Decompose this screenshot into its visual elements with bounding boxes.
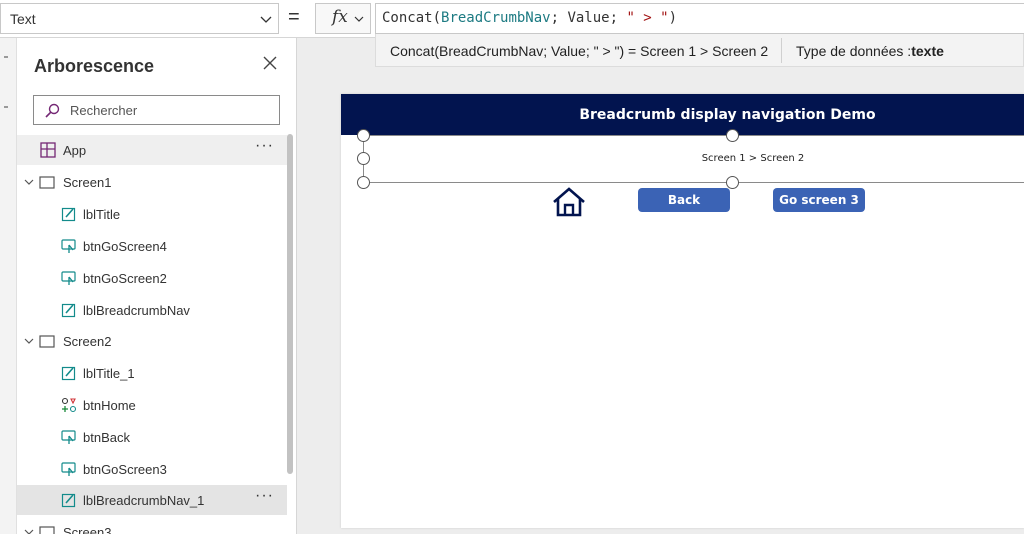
tree-item-label: lblTitle_1: [83, 366, 135, 381]
rail-mark: [4, 56, 8, 58]
resize-handle[interactable]: [726, 176, 739, 189]
button-icon: [61, 271, 76, 285]
formula-bar: Text = fx Concat(BreadCrumbNav; Value; "…: [0, 0, 1024, 38]
tree-item-label: btnGoScreen3: [83, 462, 167, 477]
chevron-down-icon[interactable]: [23, 335, 35, 347]
rail-mark: [4, 106, 8, 108]
search-icon: [45, 103, 60, 118]
tree-item-lbltitle[interactable]: lblTitle: [17, 199, 287, 229]
tree-item-label: btnHome: [83, 398, 136, 413]
resize-handle[interactable]: [357, 152, 370, 165]
tree-item-label: btnBack: [83, 430, 130, 445]
resize-handle[interactable]: [357, 129, 370, 142]
data-type: Type de données :texte: [796, 43, 944, 59]
property-dropdown[interactable]: Text: [0, 3, 279, 34]
tree-item-label: lblBreadcrumbNav_1: [83, 493, 205, 508]
tree-view-panel: Arborescence App ··· Screen1 lblTitle bt…: [17, 38, 297, 534]
close-icon[interactable]: [262, 55, 278, 71]
more-options-button[interactable]: ···: [255, 487, 274, 505]
tree-item-label: lblTitle: [83, 207, 121, 222]
tree-item-screen3[interactable]: Screen3: [17, 517, 287, 534]
tree-item-btngoscreen2[interactable]: btnGoScreen2: [17, 263, 287, 293]
tree-scrollbar[interactable]: [287, 134, 293, 474]
tree-search[interactable]: [33, 95, 280, 125]
button-icon: [61, 430, 76, 444]
app-canvas[interactable]: Breadcrumb display navigation Demo Scree…: [341, 94, 1024, 528]
go-screen3-button[interactable]: Go screen 3: [773, 188, 865, 212]
tree-item-lblbreadcrumbnav[interactable]: lblBreadcrumbNav: [17, 295, 287, 325]
tree-item-btnback[interactable]: btnBack: [17, 422, 287, 452]
app-header: Breadcrumb display navigation Demo: [341, 94, 1024, 135]
tree-item-screen1[interactable]: Screen1: [17, 167, 287, 197]
tree-item-btngoscreen3[interactable]: btnGoScreen3: [17, 454, 287, 484]
screen-icon: [39, 526, 55, 534]
tree-item-label: lblBreadcrumbNav: [83, 303, 190, 318]
formula-input[interactable]: Concat(BreadCrumbNav; Value; " > "): [375, 3, 1024, 34]
app-icon: [40, 142, 56, 158]
button-icon: [61, 239, 76, 253]
fx-button[interactable]: fx: [315, 3, 371, 34]
chevron-down-icon: [354, 16, 364, 22]
tree-item-lblbreadcrumbnav-1[interactable]: lblBreadcrumbNav_1 ···: [17, 485, 287, 515]
formula-text: Concat(BreadCrumbNav; Value; " > "): [382, 10, 678, 26]
divider: [781, 38, 782, 63]
formula-result-preview: Concat(BreadCrumbNav; Value; " > ") = Sc…: [375, 34, 1024, 67]
more-options-button[interactable]: ···: [255, 137, 274, 155]
equals-sign: =: [288, 6, 300, 28]
tree-item-label: Screen2: [63, 334, 112, 349]
chevron-down-icon[interactable]: [23, 176, 35, 188]
panel-title: Arborescence: [34, 56, 155, 76]
screen-icon: [39, 335, 55, 348]
tree-item-btnhome[interactable]: btnHome: [17, 390, 287, 420]
tree-item-app[interactable]: App ···: [17, 135, 287, 165]
app-header-title: Breadcrumb display navigation Demo: [579, 107, 876, 123]
tree-item-btngoscreen4[interactable]: btnGoScreen4: [17, 231, 287, 261]
tree-item-label: Screen1: [63, 175, 112, 190]
breadcrumb-text: Screen 1 > Screen 2: [701, 153, 805, 164]
tree-item-lbltitle-1[interactable]: lblTitle_1: [17, 358, 287, 388]
icon-control-icon: [61, 397, 77, 413]
breadcrumb-label[interactable]: Screen 1 > Screen 2: [363, 135, 1024, 183]
label-edit-icon: [61, 207, 76, 222]
result-text: Concat(BreadCrumbNav; Value; " > ") = Sc…: [390, 43, 769, 59]
property-value: Text: [10, 11, 36, 27]
search-input[interactable]: [70, 101, 270, 119]
button-icon: [61, 462, 76, 476]
tree-item-label: Screen3: [63, 525, 112, 534]
label-edit-icon: [61, 303, 76, 318]
home-icon[interactable]: [551, 186, 587, 218]
tree-item-label: App: [63, 143, 87, 158]
tree-item-label: btnGoScreen4: [83, 239, 167, 254]
chevron-down-icon[interactable]: [23, 526, 35, 534]
left-rail: [0, 38, 17, 534]
label-edit-icon: [61, 366, 76, 381]
resize-handle[interactable]: [726, 129, 739, 142]
screen-icon: [39, 176, 55, 189]
chevron-down-icon: [260, 16, 272, 23]
back-button[interactable]: Back: [638, 188, 730, 212]
label-edit-icon: [61, 493, 76, 508]
resize-handle[interactable]: [357, 176, 370, 189]
fx-icon: fx: [332, 7, 348, 27]
tree-item-screen2[interactable]: Screen2: [17, 326, 287, 356]
tree-item-label: btnGoScreen2: [83, 271, 167, 286]
